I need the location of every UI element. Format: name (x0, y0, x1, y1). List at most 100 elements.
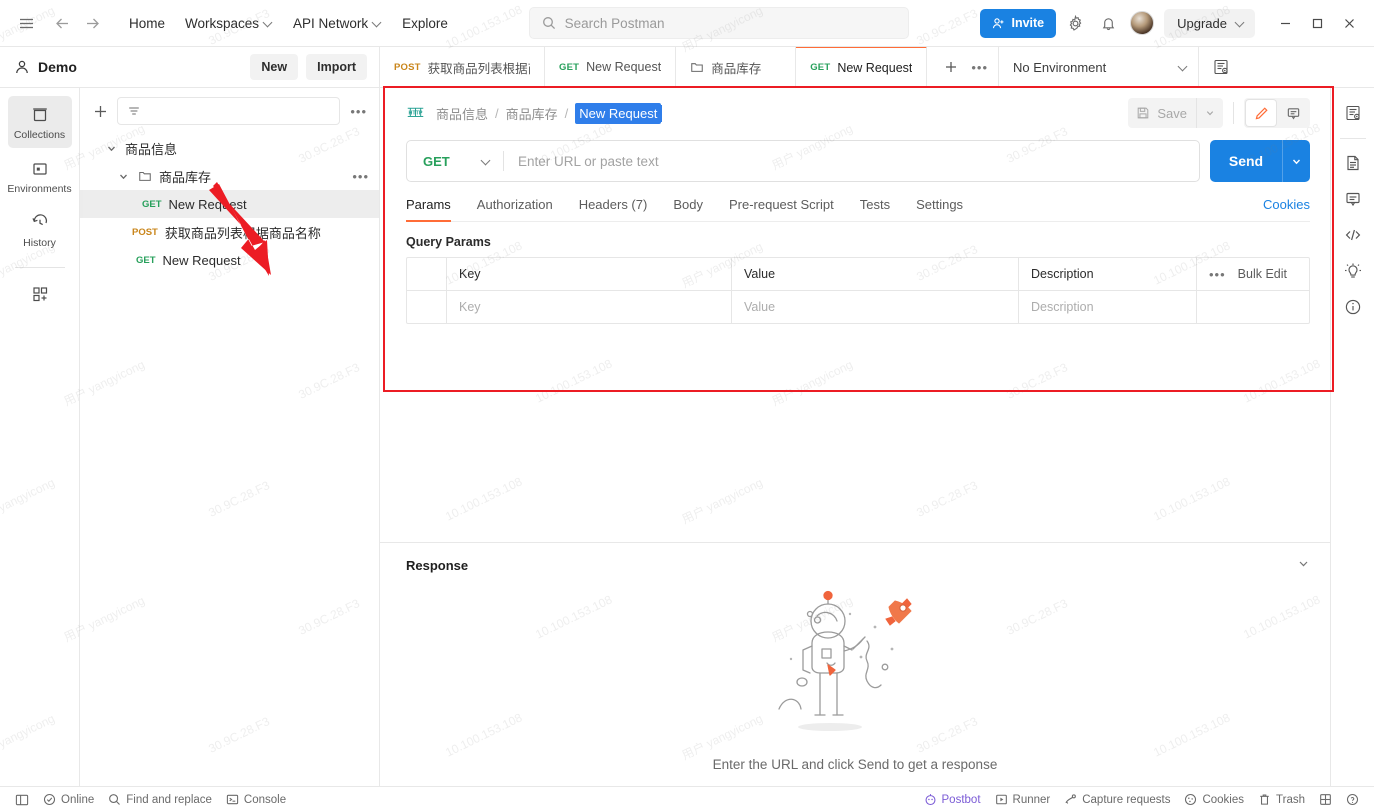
close-icon[interactable] (1334, 8, 1364, 38)
chevron-down-icon (1179, 62, 1188, 71)
table-more-icon[interactable]: ••• (1207, 267, 1228, 282)
floppy-disk-icon (1138, 107, 1149, 119)
runner-label: Runner (1012, 793, 1051, 806)
layout-icon[interactable] (1312, 790, 1339, 809)
tree-item-label: 商品库存 (159, 169, 212, 185)
tab-params[interactable]: Params (406, 197, 451, 222)
capture-requests-button[interactable]: Capture requests (1057, 790, 1177, 809)
cell-value[interactable]: Value (732, 291, 1019, 323)
sidebar-item-new-request[interactable]: GET New Request (80, 190, 379, 218)
info-icon[interactable] (1337, 291, 1369, 323)
chevron-down-icon[interactable] (116, 169, 130, 183)
method-selector[interactable]: GET (407, 154, 503, 169)
tab-request-4-active[interactable]: GET New Request (796, 47, 928, 87)
tree-item-folder[interactable]: 商品库存 ••• (80, 162, 379, 190)
sidebar-item-history[interactable]: History (8, 204, 72, 256)
tree-item-method: GET (142, 198, 162, 210)
arrow-right-icon[interactable] (78, 9, 106, 37)
find-and-replace-button[interactable]: Find and replace (101, 790, 219, 809)
trash-icon (1260, 794, 1269, 805)
tab-request-1[interactable]: POST 获取商品列表根据商品名称 (380, 47, 545, 87)
tab-pre-request-script[interactable]: Pre-request Script (729, 197, 834, 221)
gear-icon[interactable] (1061, 9, 1089, 37)
tab-body[interactable]: Body (673, 197, 703, 221)
search-input[interactable]: Search Postman (528, 7, 909, 39)
chevron-down-icon[interactable] (1297, 557, 1310, 575)
tab-tools: ••• (927, 47, 1000, 87)
nav-link-api-network[interactable]: API Network (284, 10, 391, 37)
collections-toolbar: ••• (80, 88, 379, 134)
tab-tests[interactable]: Tests (860, 197, 890, 221)
help-icon[interactable] (1339, 790, 1366, 809)
request-name-input[interactable]: New Request (575, 102, 663, 124)
sidebar-item-get-product-list[interactable]: POST 获取商品列表根据商品名称 (80, 218, 379, 246)
nav-link-workspaces[interactable]: Workspaces (176, 10, 282, 37)
arrow-left-icon[interactable] (48, 9, 76, 37)
sidebar-item-environments[interactable]: Environments (7, 150, 72, 202)
user-icon (16, 60, 28, 74)
tab-settings[interactable]: Settings (916, 197, 963, 221)
postbot-button[interactable]: Postbot (917, 790, 988, 809)
sidebar-item-new-request-2[interactable]: GET New Request (80, 246, 379, 274)
send-button[interactable]: Send (1210, 140, 1310, 182)
request-top: HTTP 商品信息 / 商品库存 / New Request Save GET … (380, 88, 1330, 324)
cell-key[interactable]: Key (447, 291, 732, 323)
invite-button[interactable]: Invite (980, 8, 1057, 38)
cell-description[interactable]: Description (1019, 291, 1196, 323)
pencil-icon[interactable] (1246, 100, 1276, 126)
folder-more-icon[interactable]: ••• (350, 169, 371, 184)
tab-request-2[interactable]: GET New Request (545, 47, 677, 87)
url-input[interactable]: Enter URL or paste text (504, 154, 1199, 169)
bell-icon[interactable] (1094, 9, 1122, 37)
hamburger-icon[interactable] (12, 9, 40, 37)
avatar[interactable] (1130, 11, 1155, 35)
table-row[interactable]: Key Value Description (407, 290, 1309, 323)
filter-input[interactable] (117, 97, 341, 125)
tab-list-ellipsis-icon[interactable]: ••• (969, 60, 990, 75)
lightbulb-icon[interactable] (1337, 255, 1369, 287)
status-online[interactable]: Online (36, 790, 101, 809)
row-checkbox-cell[interactable] (407, 291, 447, 323)
import-button[interactable]: Import (306, 54, 367, 80)
nav-link-home[interactable]: Home (120, 10, 174, 37)
add-collection-icon[interactable] (92, 103, 109, 120)
cookies-button[interactable]: Cookies (1177, 790, 1251, 809)
save-options-icon[interactable] (1197, 108, 1223, 118)
collections-more-icon[interactable]: ••• (348, 104, 369, 119)
chevron-down-icon (264, 18, 273, 27)
minimize-icon[interactable] (1270, 8, 1300, 38)
new-button[interactable]: New (250, 54, 299, 80)
nav-label: Home (129, 15, 166, 31)
console-button[interactable]: Console (219, 790, 293, 809)
environment-quick-look-icon[interactable] (1199, 47, 1243, 87)
trash-button[interactable]: Trash (1251, 790, 1312, 809)
comment-icon[interactable] (1278, 100, 1308, 126)
code-snippet-icon[interactable] (1337, 219, 1369, 251)
breadcrumb-item-collection[interactable]: 商品信息 (436, 104, 488, 123)
maximize-icon[interactable] (1302, 8, 1332, 38)
nav-link-explore[interactable]: Explore (393, 10, 457, 37)
upgrade-button[interactable]: Upgrade (1164, 8, 1255, 38)
tab-headers[interactable]: Headers (7) (579, 197, 648, 221)
environment-name: No Environment (1013, 59, 1107, 75)
sidebar-item-collections[interactable]: Collections (7, 96, 72, 148)
chevron-down-icon[interactable] (104, 141, 118, 155)
runner-button[interactable]: Runner (988, 790, 1058, 809)
plus-icon[interactable] (937, 53, 965, 81)
nav-label: Explore (402, 15, 448, 31)
cookies-link[interactable]: Cookies (1263, 197, 1310, 221)
save-button[interactable]: Save (1128, 98, 1223, 128)
bulk-edit-link[interactable]: Bulk Edit (1238, 267, 1287, 281)
environment-quick-look-icon[interactable] (1337, 97, 1369, 129)
tab-authorization[interactable]: Authorization (477, 197, 553, 221)
comments-icon[interactable] (1337, 183, 1369, 215)
send-options-icon[interactable] (1282, 140, 1310, 182)
sidebar-toggle-icon[interactable] (8, 790, 36, 810)
tree-item-collection[interactable]: 商品信息 (80, 134, 379, 162)
environment-selector[interactable]: No Environment (999, 47, 1200, 87)
tab-folder-3[interactable]: 商品库存 (676, 47, 797, 87)
sidebar-item-add-module[interactable] (8, 275, 72, 311)
breadcrumb: HTTP 商品信息 / 商品库存 / New Request Save (406, 98, 1310, 128)
documentation-icon[interactable] (1337, 147, 1369, 179)
breadcrumb-item-folder[interactable]: 商品库存 (506, 104, 558, 123)
